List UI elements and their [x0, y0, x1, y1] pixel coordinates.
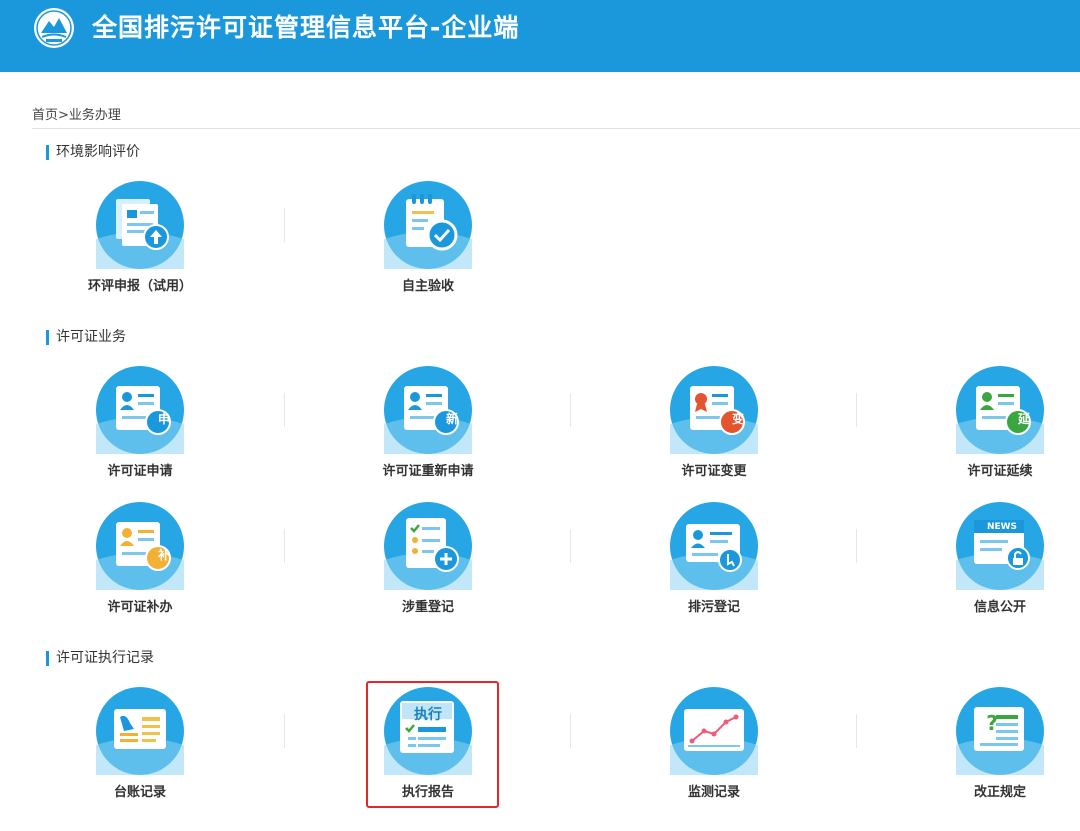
ledger-record-icon [96, 687, 184, 775]
tile-label: 许可证延续 [967, 464, 1033, 479]
tile-self-acceptance[interactable]: 自主验收 [338, 181, 518, 301]
tile-label: 许可证申请 [107, 464, 173, 479]
tile-label: 信息公开 [973, 600, 1026, 615]
tile-ledger-record[interactable]: 台账记录 [50, 687, 230, 807]
monitoring-chart-icon [670, 687, 758, 775]
tile-label: 自主验收 [401, 279, 454, 294]
tile-label: 涉重登记 [401, 600, 454, 615]
document-upload-icon [96, 181, 184, 269]
tile-separator [856, 529, 857, 563]
tile-permit-reapply[interactable]: 新 许可证重新申请 [338, 366, 518, 486]
tile-badge: 延 [1017, 412, 1030, 426]
tile-information-disclosure[interactable]: NEWS 信息公开 [910, 502, 1080, 622]
tile-badge: 补 [157, 548, 170, 562]
app-title: 全国排污许可证管理信息平台-企业端 [92, 13, 520, 42]
checklist-add-icon [384, 502, 472, 590]
tile-separator [856, 714, 857, 748]
section-title-execution-records: 许可证执行记录 [46, 651, 154, 666]
tile-label: 许可证补办 [107, 600, 173, 615]
clipboard-check-icon [384, 181, 472, 269]
tile-label: 许可证变更 [681, 464, 747, 479]
tile-badge: 变 [731, 412, 744, 426]
tile-badge: 新 [445, 412, 458, 426]
tile-separator [570, 393, 571, 427]
tile-separator [284, 393, 285, 427]
registration-touch-icon [670, 502, 758, 590]
tile-label: 排污登记 [687, 600, 740, 615]
tile-separator [856, 393, 857, 427]
tile-separator [284, 208, 285, 242]
tile-separator [284, 529, 285, 563]
news-unlock-icon [956, 502, 1044, 590]
section-title-permit-business: 许可证业务 [46, 330, 126, 345]
tile-permit-change[interactable]: 变 许可证变更 [624, 366, 804, 486]
tile-label: 环评申报（试用） [87, 279, 192, 294]
tile-badge: NEWS [986, 522, 1018, 532]
tile-separator [570, 714, 571, 748]
tile-heavy-metal-registration[interactable]: 涉重登记 [338, 502, 518, 622]
ministry-emblem-icon [34, 8, 74, 48]
tile-separator [284, 714, 285, 748]
breadcrumb-divider [32, 128, 1080, 129]
section-title-eia: 环境影响评价 [46, 145, 140, 160]
app-header: 全国排污许可证管理信息平台-企业端 [0, 0, 1080, 72]
tile-pollution-registration[interactable]: 排污登记 [624, 502, 804, 622]
tile-monitoring-record[interactable]: 监测记录 [624, 687, 804, 807]
breadcrumb: 首页>业务办理 [32, 108, 121, 123]
tile-label: 改正规定 [973, 785, 1026, 800]
tile-label: 许可证重新申请 [382, 464, 474, 479]
highlight-frame [366, 681, 499, 808]
tile-label: 台账记录 [113, 785, 166, 800]
tile-correction-rules[interactable]: ? 改正规定 [910, 687, 1080, 807]
tile-permit-reissue[interactable]: 补 许可证补办 [50, 502, 230, 622]
tile-permit-apply[interactable]: 申 许可证申请 [50, 366, 230, 486]
tile-badge: ? [986, 711, 998, 735]
tile-permit-extend[interactable]: 延 许可证延续 [910, 366, 1080, 486]
tile-badge: 申 [157, 412, 170, 426]
tile-eia-declaration[interactable]: 环评申报（试用） [50, 181, 230, 301]
tile-label: 监测记录 [687, 785, 740, 800]
tile-separator [570, 529, 571, 563]
